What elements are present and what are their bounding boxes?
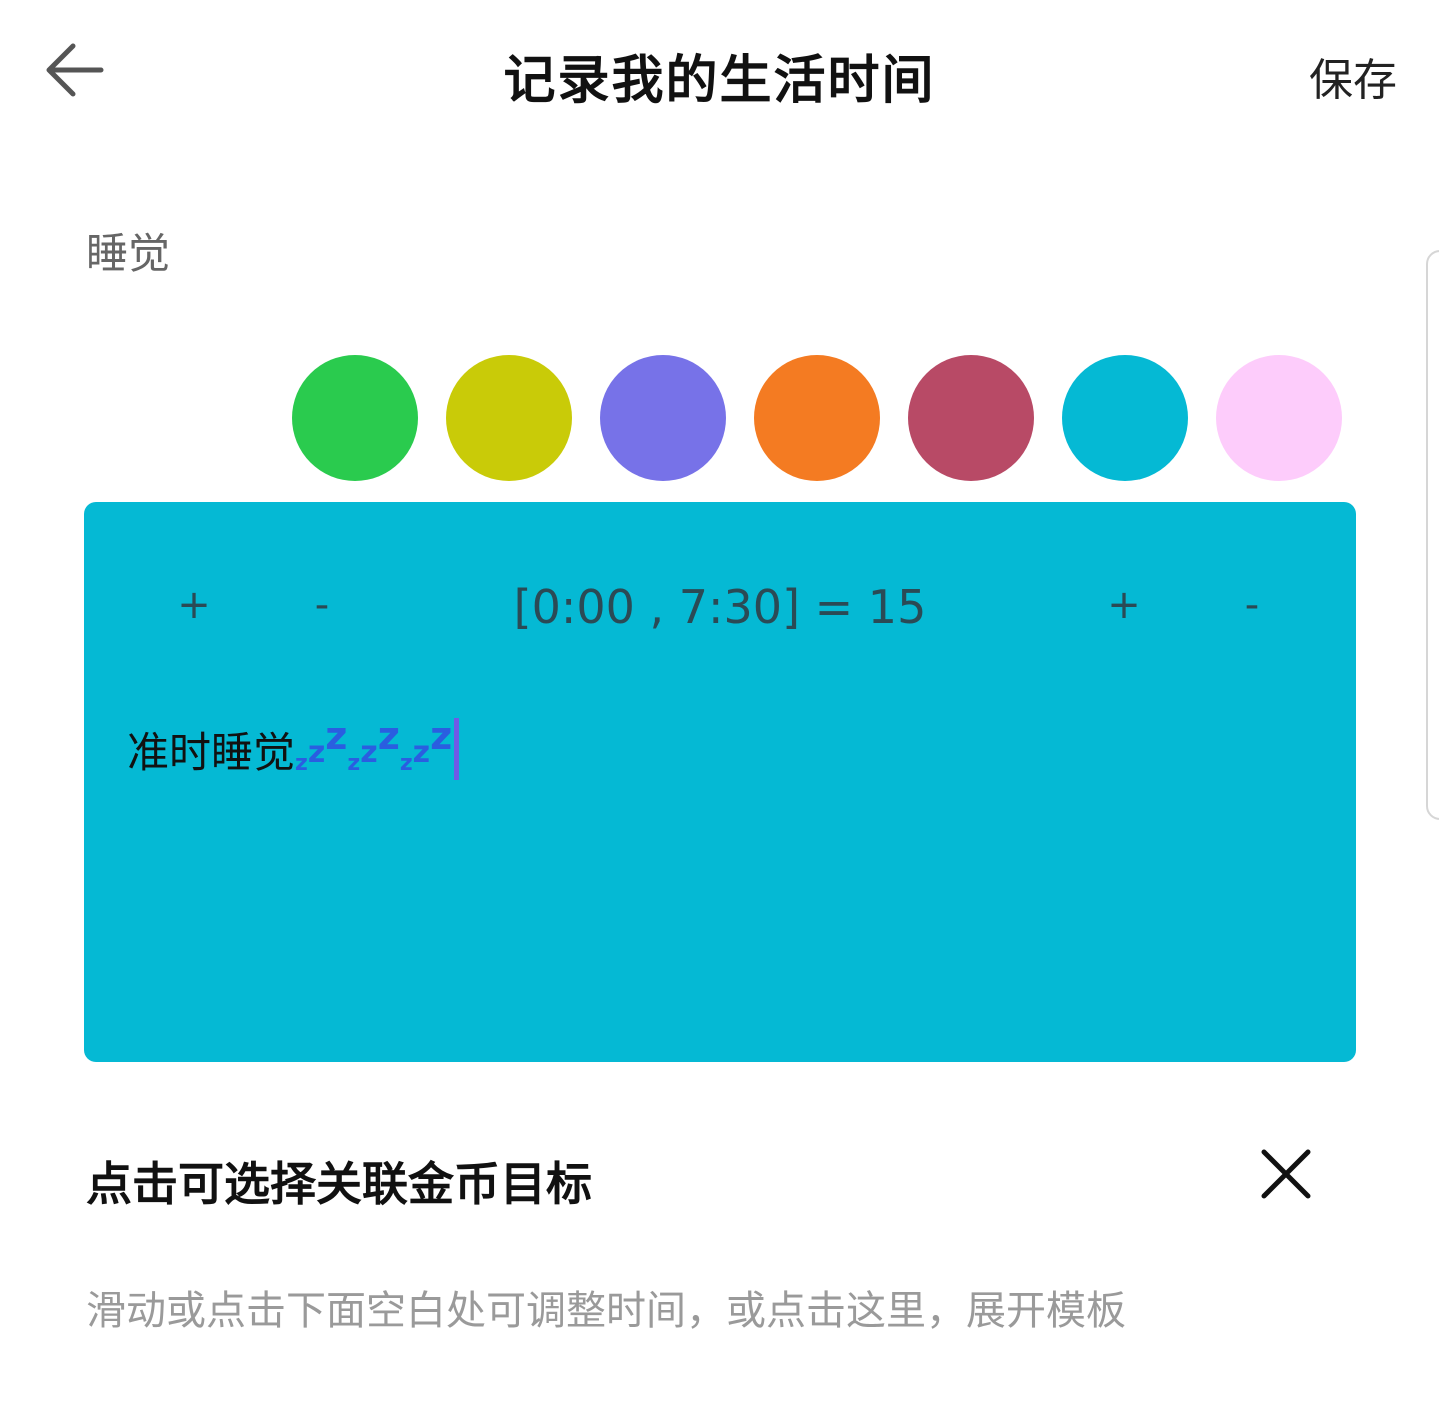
note-text: 准时睡觉 [127, 728, 296, 777]
color-swatch-5[interactable] [908, 355, 1034, 481]
text-cursor [454, 718, 460, 780]
scroll-edge-handle[interactable] [1426, 250, 1439, 820]
close-button[interactable] [1256, 1144, 1316, 1204]
color-swatch-2[interactable] [446, 355, 572, 481]
note-input[interactable]: 准时睡觉 zzz zzz zzz [127, 714, 460, 780]
page-title: 记录我的生活时间 [503, 51, 936, 111]
start-time-minus-button[interactable]: - [292, 582, 352, 628]
save-button[interactable]: 保存 [1309, 44, 1397, 108]
color-swatch-7[interactable] [1216, 355, 1342, 481]
coin-goal-link[interactable]: 点击可选择关联金币目标 [86, 1148, 592, 1214]
time-range-text: [0:00 , 7:30] = 15 [513, 580, 927, 634]
hint-text[interactable]: 滑动或点击下面空白处可调整时间，或点击这里，展开模板 [86, 1278, 1126, 1336]
color-swatch-1[interactable] [292, 355, 418, 481]
end-time-minus-button[interactable]: - [1222, 582, 1282, 628]
zzz-sleep-icon: zzz zzz zzz [295, 714, 453, 776]
end-time-plus-button[interactable]: + [1094, 582, 1154, 628]
color-swatch-6[interactable] [1062, 355, 1188, 481]
category-name: 睡觉 [86, 229, 171, 278]
color-swatch-3[interactable] [600, 355, 726, 481]
start-time-plus-button[interactable]: + [164, 582, 224, 628]
color-swatch-4[interactable] [754, 355, 880, 481]
close-icon [1261, 1149, 1311, 1199]
